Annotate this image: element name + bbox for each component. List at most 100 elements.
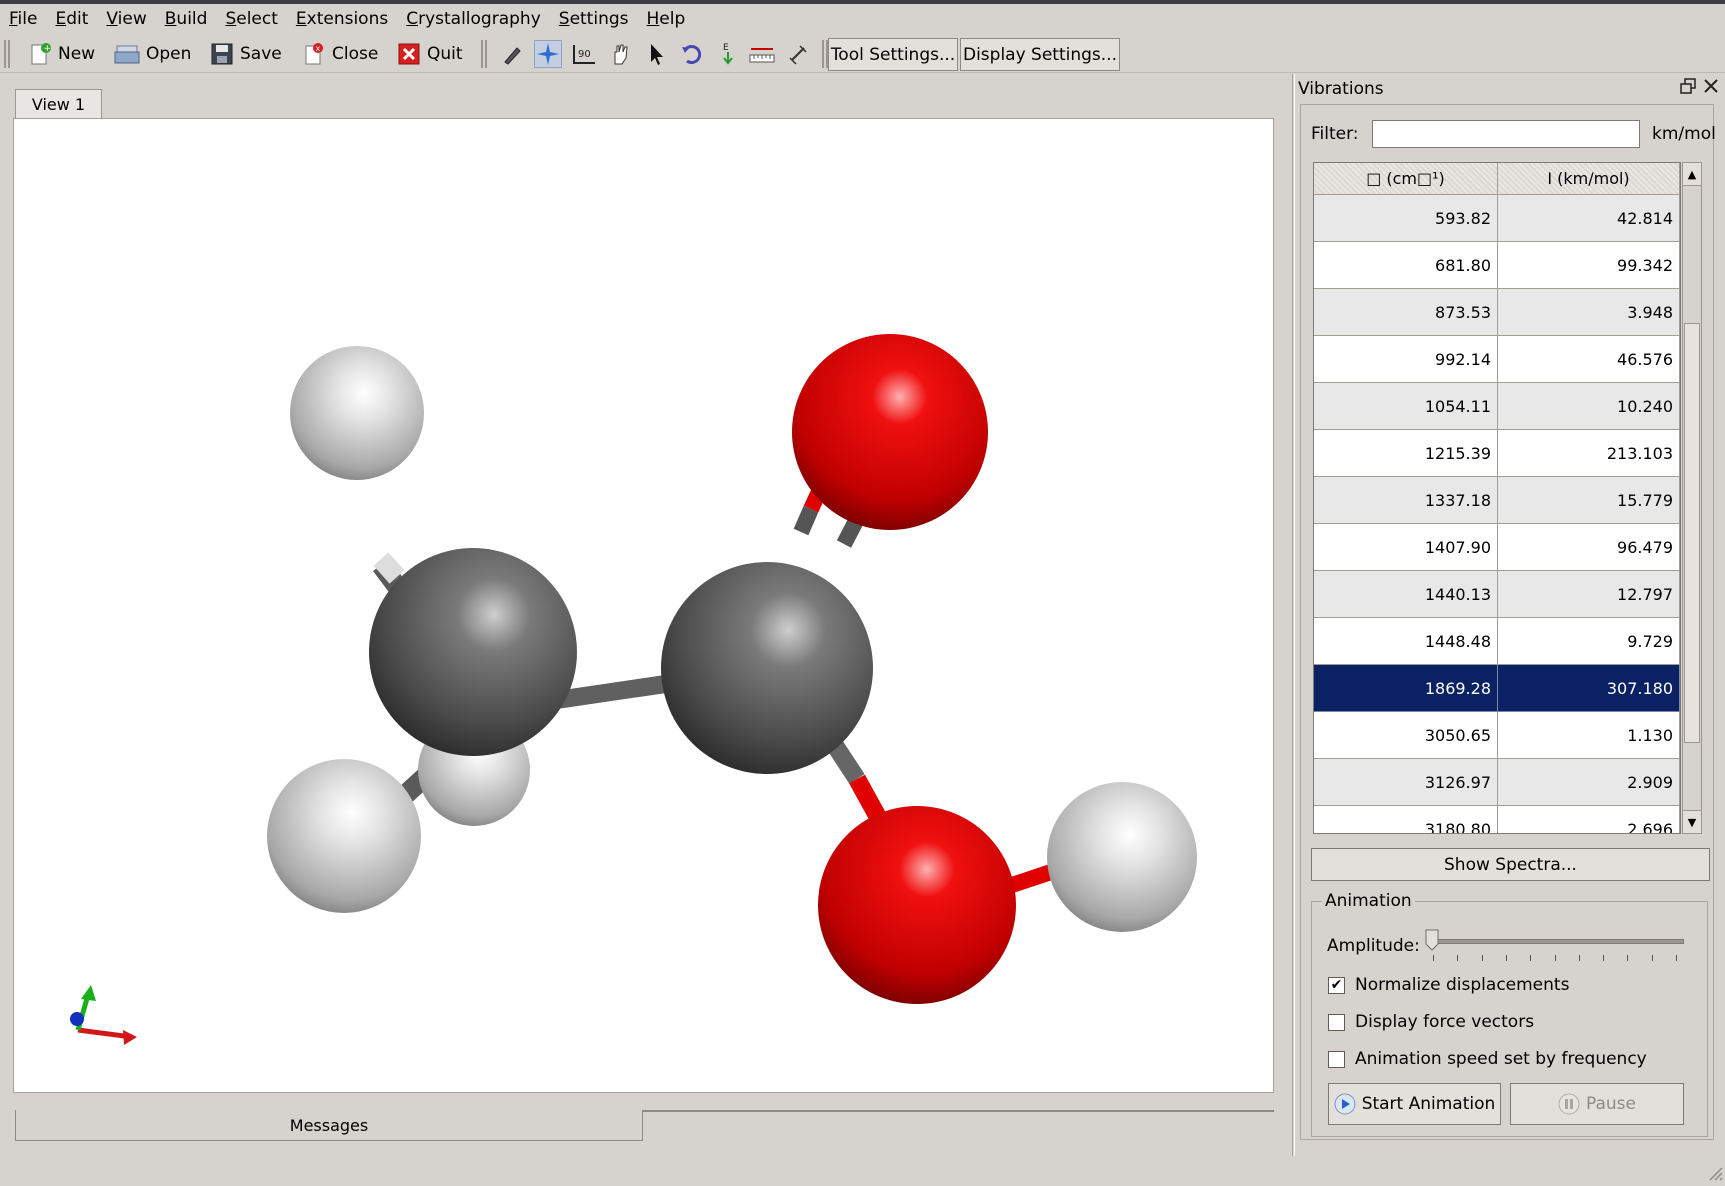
intensity-cell[interactable]: 10.240 [1498,383,1680,430]
table-row[interactable]: 3050.65 1.130 [1314,712,1680,759]
menu-bar: File Edit View Build Select Extensions C… [0,4,1725,34]
measure-tool-icon[interactable]: 90 [570,40,598,68]
frequency-cell[interactable]: 3126.97 [1314,759,1498,806]
close-button[interactable]: x Close [302,38,378,70]
menu-file[interactable]: File [0,9,46,29]
table-row[interactable]: 992.14 46.576 [1314,336,1680,383]
filter-input[interactable] [1372,120,1640,148]
table-row[interactable]: 1337.18 15.779 [1314,477,1680,524]
intensity-cell[interactable]: 307.180 [1498,665,1680,712]
intensity-cell[interactable]: 213.103 [1498,430,1680,477]
intensity-cell[interactable]: 46.576 [1498,336,1680,383]
menu-edit[interactable]: Edit [46,9,97,29]
intensity-cell[interactable]: 9.729 [1498,618,1680,665]
amplitude-slider-handle[interactable] [1425,929,1439,951]
frequency-cell[interactable]: 1337.18 [1314,477,1498,524]
amplitude-tick [1481,955,1483,961]
auto-optimize-icon[interactable]: E [714,40,742,68]
window-resize-grip-icon[interactable] [1705,1163,1723,1181]
animation-speed-option[interactable]: Animation speed set by frequency [1328,1049,1647,1069]
intensity-cell[interactable]: 3.948 [1498,289,1680,336]
toolbar-grip[interactable] [4,40,10,68]
hydrogen-atom-hydroxyl [1047,782,1197,932]
toolbar-grip-2[interactable] [481,40,487,68]
scrollbar-thumb[interactable] [1684,323,1700,743]
dock-splitter[interactable] [1292,74,1295,1156]
menu-crystallography[interactable]: Crystallography [397,9,550,29]
table-row[interactable]: 1448.48 9.729 [1314,618,1680,665]
intensity-cell[interactable]: 99.342 [1498,242,1680,289]
menu-view[interactable]: View [97,9,155,29]
save-button[interactable]: Save [210,38,282,70]
table-row[interactable]: 1407.90 96.479 [1314,524,1680,571]
menu-settings[interactable]: Settings [550,9,638,29]
frequency-cell[interactable]: 681.80 [1314,242,1498,289]
amplitude-tick [1627,955,1629,961]
vibrations-table[interactable]: □ (cm□¹) I (km/mol) 593.82 42.814 681.80 99… [1313,162,1681,834]
table-row[interactable]: 3126.97 2.909 [1314,759,1680,806]
table-row[interactable]: 681.80 99.342 [1314,242,1680,289]
molecule-viewport[interactable] [13,118,1274,1093]
pause-button[interactable]: Pause [1510,1083,1684,1125]
normalize-displacements-option[interactable]: ✔ Normalize displacements [1328,975,1569,995]
normalize-displacements-checkbox[interactable]: ✔ [1328,976,1345,994]
intensity-cell[interactable]: 1.130 [1498,712,1680,759]
frequency-cell[interactable]: 593.82 [1314,195,1498,242]
draw-tool-icon[interactable] [498,40,526,68]
menu-help[interactable]: Help [638,9,695,29]
frequency-cell[interactable]: 1407.90 [1314,524,1498,571]
frequency-cell[interactable]: 3050.65 [1314,712,1498,759]
float-dock-icon[interactable] [1680,78,1698,98]
intensity-cell[interactable]: 96.479 [1498,524,1680,571]
frequency-cell[interactable]: 992.14 [1314,336,1498,383]
tab-view-1[interactable]: View 1 [15,89,102,119]
select-pointer-icon[interactable] [642,40,670,68]
intensity-cell[interactable]: 42.814 [1498,195,1680,242]
menu-select[interactable]: Select [216,9,286,29]
menu-extensions[interactable]: Extensions [287,9,397,29]
frequency-cell[interactable]: 1215.39 [1314,430,1498,477]
start-animation-button[interactable]: Start Animation [1328,1083,1501,1125]
animation-speed-checkbox[interactable] [1328,1050,1345,1068]
amplitude-slider-track[interactable] [1428,939,1684,944]
scroll-down-arrow-icon[interactable]: ▼ [1683,810,1701,833]
new-button[interactable]: + New [28,38,95,70]
table-row[interactable]: 873.53 3.948 [1314,289,1680,336]
table-scrollbar[interactable]: ▲ ▼ [1682,162,1702,834]
amplitude-tick [1603,955,1605,961]
manipulate-hand-icon[interactable] [606,40,634,68]
scroll-up-arrow-icon[interactable]: ▲ [1683,163,1701,186]
column-header-intensity[interactable]: I (km/mol) [1498,163,1680,195]
table-row-selected[interactable]: 1869.28 307.180 [1314,665,1680,712]
column-header-frequency[interactable]: □ (cm□¹) [1314,163,1498,195]
table-row[interactable]: 1440.13 12.797 [1314,571,1680,618]
table-row[interactable]: 1054.11 10.240 [1314,383,1680,430]
quit-button[interactable]: Quit [397,38,463,70]
tool-settings-button[interactable]: Tool Settings... [828,38,958,71]
frequency-cell[interactable]: 1869.28 [1314,665,1498,712]
frequency-cell[interactable]: 873.53 [1314,289,1498,336]
align-ruler-icon[interactable] [748,40,776,68]
table-row[interactable]: 593.82 42.814 [1314,195,1680,242]
messages-tab[interactable]: Messages [15,1110,643,1141]
display-settings-button[interactable]: Display Settings... [960,38,1120,71]
navigate-tool-icon[interactable] [534,40,562,68]
table-row[interactable]: 1215.39 213.103 [1314,430,1680,477]
frequency-cell[interactable]: 3180.80 [1314,806,1498,833]
table-row[interactable]: 3180.80 2.696 [1314,806,1680,833]
frequency-cell[interactable]: 1440.13 [1314,571,1498,618]
intensity-cell[interactable]: 12.797 [1498,571,1680,618]
display-force-vectors-option[interactable]: Display force vectors [1328,1012,1534,1032]
bond-centric-icon[interactable] [784,40,812,68]
intensity-cell[interactable]: 2.696 [1498,806,1680,833]
menu-build[interactable]: Build [156,9,217,29]
intensity-cell[interactable]: 2.909 [1498,759,1680,806]
show-spectra-button[interactable]: Show Spectra... [1311,848,1710,881]
intensity-cell[interactable]: 15.779 [1498,477,1680,524]
display-force-vectors-checkbox[interactable] [1328,1013,1345,1031]
auto-rotate-icon[interactable] [678,40,706,68]
frequency-cell[interactable]: 1054.11 [1314,383,1498,430]
open-button[interactable]: Open [114,38,191,70]
frequency-cell[interactable]: 1448.48 [1314,618,1498,665]
close-dock-icon[interactable] [1702,76,1722,98]
